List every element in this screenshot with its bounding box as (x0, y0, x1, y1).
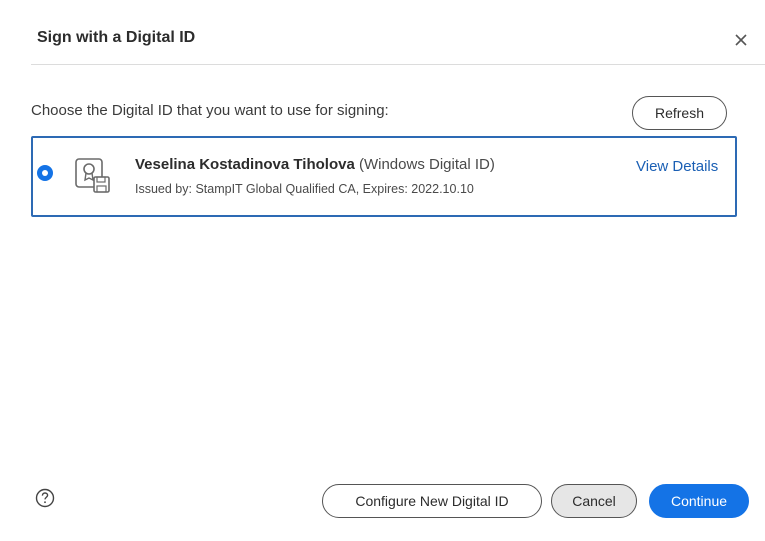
certificate-icon (75, 158, 110, 193)
view-details-link[interactable]: View Details (636, 158, 718, 175)
cancel-button[interactable]: Cancel (551, 484, 637, 518)
digital-id-item[interactable]: Veselina Kostadinova Tiholova (Windows D… (31, 136, 737, 217)
dialog-title: Sign with a Digital ID (37, 29, 196, 46)
digital-id-issuer-expiry: Issued by: StampIT Global Qualified CA, … (135, 182, 474, 196)
digital-id-type: (Windows Digital ID) (358, 156, 495, 173)
close-button[interactable] (728, 27, 754, 53)
sign-digital-id-dialog: Sign with a Digital ID Choose the Digita… (0, 0, 765, 541)
help-icon[interactable] (35, 488, 55, 508)
configure-new-digital-id-button[interactable]: Configure New Digital ID (322, 484, 542, 518)
refresh-button[interactable]: Refresh (632, 96, 727, 130)
digital-id-title: Veselina Kostadinova Tiholova (Windows D… (135, 156, 495, 173)
close-icon (735, 34, 747, 46)
radio-selected-dot (42, 170, 48, 176)
digital-id-radio[interactable] (37, 165, 53, 181)
continue-button[interactable]: Continue (649, 484, 749, 518)
dialog-header: Sign with a Digital ID (31, 0, 765, 65)
digital-id-name: Veselina Kostadinova Tiholova (135, 156, 355, 173)
instruction-text: Choose the Digital ID that you want to u… (31, 102, 389, 119)
